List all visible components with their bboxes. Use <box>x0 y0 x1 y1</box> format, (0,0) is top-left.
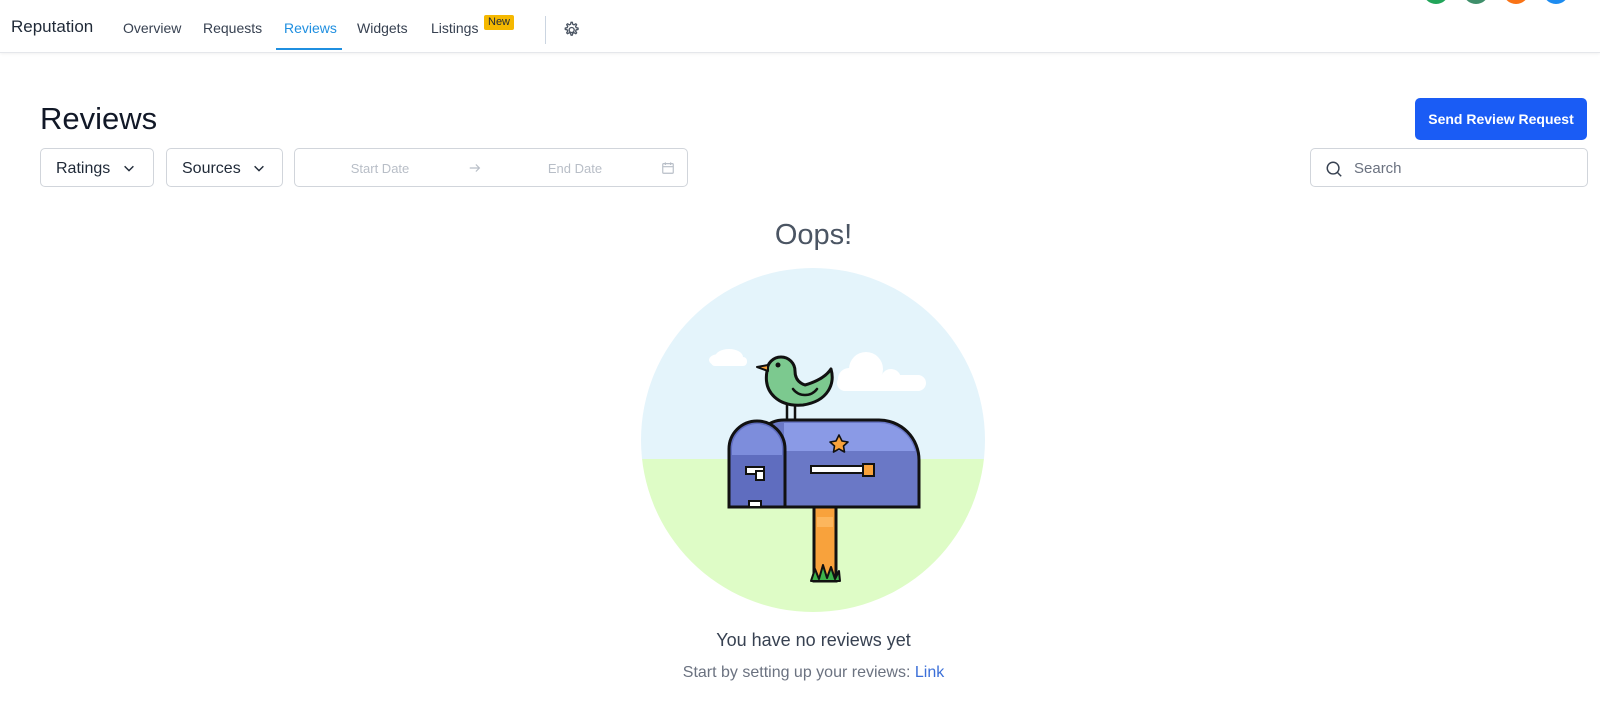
search-box[interactable] <box>1310 148 1588 187</box>
date-range-picker[interactable] <box>294 148 688 187</box>
gear-icon[interactable] <box>561 20 581 40</box>
tab-reviews[interactable]: Reviews <box>284 20 337 36</box>
nav-divider <box>545 16 546 44</box>
ratings-filter[interactable]: Ratings <box>40 148 154 187</box>
empty-state-subtext: Start by setting up your reviews: Link <box>0 664 1600 682</box>
arrow-right-icon <box>469 164 481 172</box>
new-badge: New <box>484 15 515 30</box>
search-input[interactable] <box>1354 158 1574 178</box>
sources-filter[interactable]: Sources <box>166 148 283 187</box>
active-tab-indicator <box>276 48 342 50</box>
send-review-request-button[interactable]: Send Review Request <box>1415 98 1587 140</box>
avatar[interactable] <box>1543 0 1569 4</box>
ratings-filter-label: Ratings <box>56 160 111 177</box>
tab-widgets[interactable]: Widgets <box>357 20 408 36</box>
setup-reviews-link[interactable]: Link <box>915 664 944 681</box>
search-icon <box>1326 161 1342 177</box>
end-date-input[interactable] <box>510 157 640 179</box>
app-brand: Reputation <box>11 17 94 36</box>
start-date-input[interactable] <box>315 157 445 179</box>
mailbox-illustration <box>641 268 985 612</box>
tab-overview[interactable]: Overview <box>123 20 181 36</box>
chevron-down-icon <box>254 165 264 172</box>
tab-requests[interactable]: Requests <box>203 20 262 36</box>
page-title: Reviews <box>40 101 158 136</box>
top-nav: Reputation Overview Requests Reviews Wid… <box>0 0 1600 53</box>
calendar-icon <box>662 162 674 174</box>
avatar[interactable] <box>1503 0 1529 4</box>
tab-listings[interactable]: Listings <box>431 20 478 36</box>
avatar[interactable] <box>1423 0 1449 4</box>
empty-state-subtext-label: Start by setting up your reviews: <box>682 664 915 681</box>
empty-state-message: You have no reviews yet <box>716 630 911 650</box>
sources-filter-label: Sources <box>182 160 241 177</box>
avatar[interactable] <box>1463 0 1489 4</box>
chevron-down-icon <box>124 165 134 172</box>
empty-state-heading: Oops! <box>774 219 853 251</box>
